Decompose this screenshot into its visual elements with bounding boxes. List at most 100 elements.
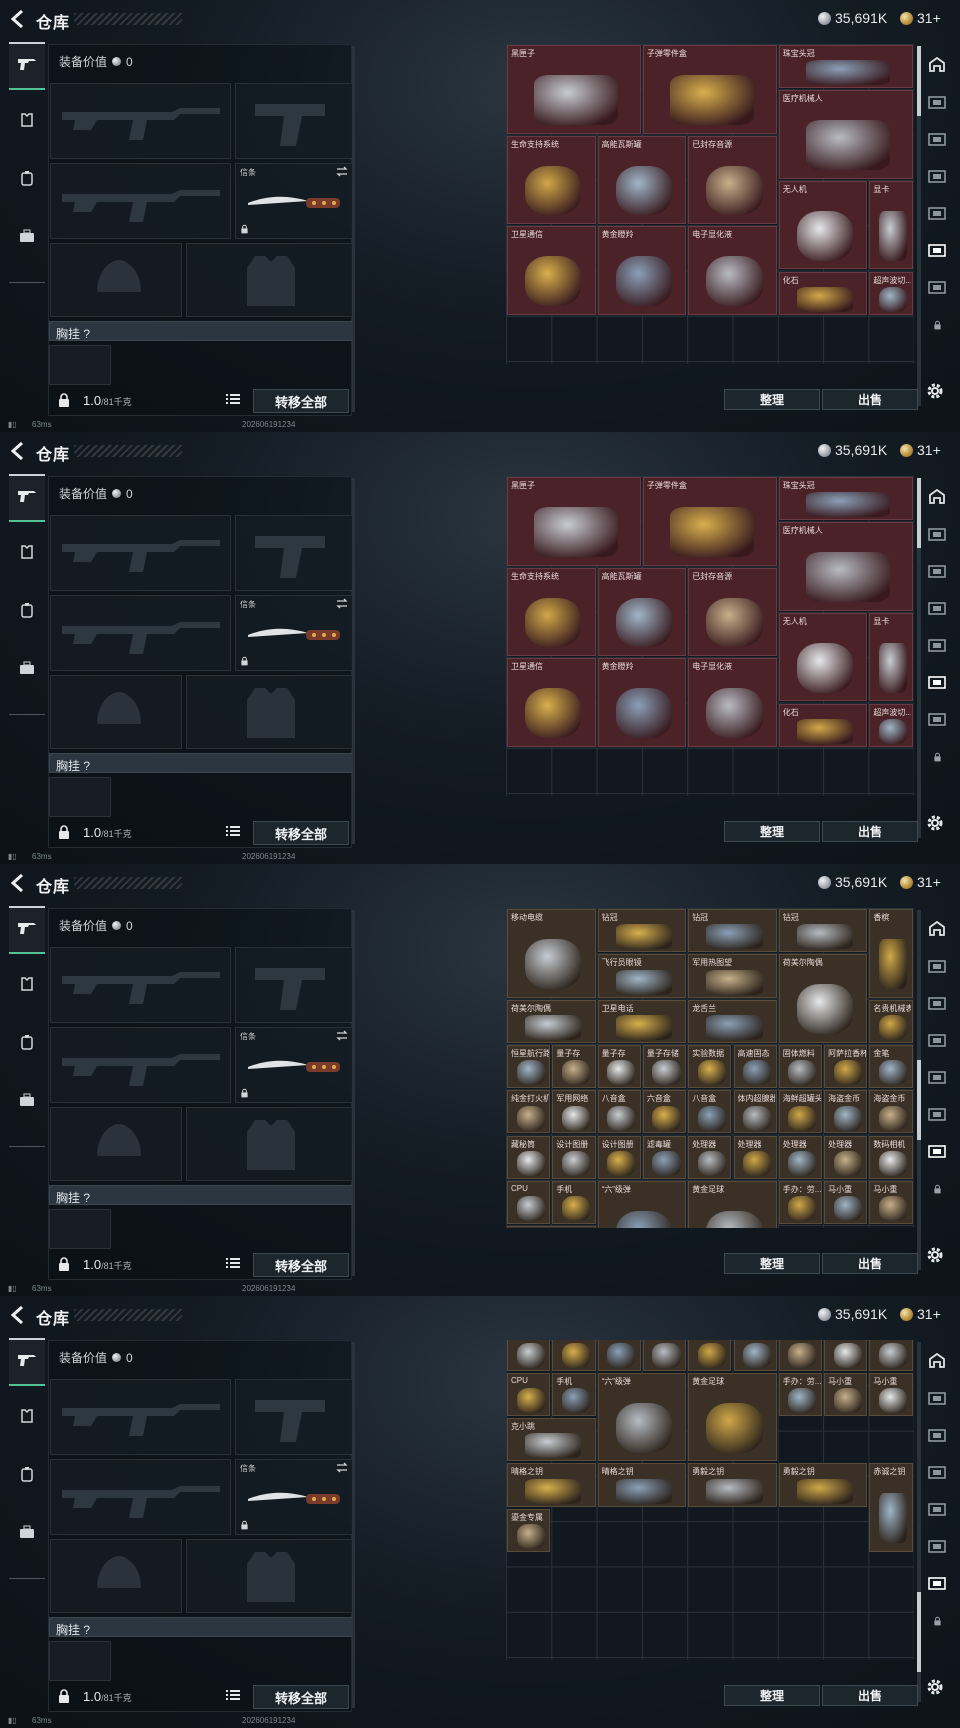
storage-tab-8[interactable] bbox=[922, 311, 952, 341]
storage-item[interactable]: 电子显化液 bbox=[688, 658, 777, 747]
storage-item[interactable]: 处理器 bbox=[733, 1340, 777, 1371]
chest-rig-bar[interactable]: 胸挂 ? bbox=[49, 321, 353, 341]
storage-item[interactable]: 六音盒 bbox=[642, 1090, 687, 1134]
storage-tab-4[interactable] bbox=[922, 1459, 952, 1489]
equipment-scrollbar[interactable] bbox=[352, 910, 355, 1276]
melee-slot[interactable]: 信条 bbox=[235, 595, 353, 671]
pistol-slot[interactable] bbox=[235, 1379, 353, 1455]
list-icon[interactable] bbox=[225, 823, 241, 839]
melee-slot[interactable]: 信条 bbox=[235, 1459, 353, 1535]
storage-item[interactable]: CPU bbox=[507, 1180, 551, 1225]
swap-icon[interactable] bbox=[336, 598, 348, 609]
melee-slot[interactable]: 信条 bbox=[235, 163, 353, 239]
storage-item[interactable]: 马小重 bbox=[824, 1372, 868, 1416]
storage-item[interactable]: 处理器 bbox=[733, 1135, 777, 1179]
sell-button[interactable]: 出售 bbox=[822, 1685, 918, 1706]
storage-tab-6[interactable] bbox=[922, 669, 952, 699]
storage-scroll-thumb[interactable] bbox=[917, 1060, 921, 1140]
storage-item[interactable]: 医疗机械人 bbox=[778, 90, 913, 179]
storage-item[interactable]: 高速固态 bbox=[733, 1044, 777, 1089]
storage-tab-2[interactable] bbox=[922, 521, 952, 551]
gear-icon[interactable] bbox=[924, 1676, 946, 1698]
storage-item[interactable]: 阿萨拉香杯 bbox=[824, 1044, 868, 1089]
storage-scroll-thumb[interactable] bbox=[917, 46, 921, 116]
storage-item[interactable]: 高能瓦斯罐 bbox=[597, 567, 687, 657]
storage-tab-6[interactable] bbox=[922, 237, 952, 267]
list-icon[interactable] bbox=[225, 391, 241, 407]
storage-scrollbar[interactable] bbox=[917, 910, 921, 1270]
sell-button[interactable]: 出售 bbox=[822, 821, 918, 842]
gold-balance[interactable]: 31+ bbox=[900, 874, 941, 890]
storage-tab-7[interactable] bbox=[922, 1570, 952, 1600]
storage-item[interactable]: “六”级弹 bbox=[597, 1180, 687, 1228]
tab-case[interactable] bbox=[9, 1510, 45, 1558]
storage-item[interactable]: 已封存音源 bbox=[688, 135, 777, 225]
storage-item[interactable]: 固体燃料 bbox=[778, 1044, 823, 1089]
helmet-slot[interactable] bbox=[50, 675, 182, 749]
tab-armor[interactable] bbox=[9, 98, 45, 146]
storage-item[interactable]: 滤毒罐 bbox=[642, 1340, 687, 1371]
tab-case[interactable] bbox=[9, 214, 45, 262]
tab-backpack[interactable] bbox=[9, 1452, 45, 1500]
chest-rig-slot[interactable] bbox=[49, 345, 111, 385]
tab-backpack[interactable] bbox=[9, 1020, 45, 1068]
swap-icon[interactable] bbox=[336, 1030, 348, 1041]
primary-weapon-slot[interactable] bbox=[50, 83, 231, 159]
secondary-weapon-slot[interactable] bbox=[50, 1459, 231, 1535]
storage-tab-1[interactable] bbox=[922, 484, 952, 514]
equipment-scrollbar[interactable] bbox=[352, 1342, 355, 1708]
storage-item[interactable]: 超声波切... bbox=[869, 703, 913, 747]
primary-weapon-slot[interactable] bbox=[50, 515, 231, 591]
storage-item[interactable]: 生命支持系统 bbox=[507, 567, 596, 657]
storage-scrollbar[interactable] bbox=[917, 1342, 921, 1702]
pistol-slot[interactable] bbox=[235, 83, 353, 159]
gear-icon[interactable] bbox=[924, 812, 946, 834]
storage-tab-8[interactable] bbox=[922, 1607, 952, 1637]
storage-item[interactable]: 实验数据 bbox=[688, 1044, 732, 1089]
chest-rig-slot[interactable] bbox=[49, 777, 111, 817]
storage-item[interactable]: 超声波切... bbox=[869, 271, 913, 315]
storage-tab-3[interactable] bbox=[922, 990, 952, 1020]
storage-scrollbar[interactable] bbox=[917, 46, 921, 406]
armor-slot[interactable] bbox=[186, 1539, 353, 1613]
armor-slot[interactable] bbox=[186, 1107, 353, 1181]
storage-item[interactable]: 显卡 bbox=[869, 180, 913, 270]
storage-tab-5[interactable] bbox=[922, 200, 952, 230]
back-arrow-icon[interactable] bbox=[8, 9, 30, 29]
storage-tab-4[interactable] bbox=[922, 1027, 952, 1057]
list-icon[interactable] bbox=[225, 1255, 241, 1271]
storage-item[interactable]: 纯金打火机 bbox=[507, 1090, 551, 1134]
storage-item[interactable]: 处理器 bbox=[688, 1135, 732, 1179]
storage-item[interactable]: 赤诚之钥 bbox=[869, 1463, 913, 1552]
storage-scroll-thumb[interactable] bbox=[917, 1592, 921, 1672]
storage-item[interactable]: 生命支持系统 bbox=[507, 135, 596, 225]
storage-tab-1[interactable] bbox=[922, 916, 952, 946]
storage-item[interactable]: 黑匣子 bbox=[507, 477, 641, 566]
storage-item[interactable]: 处理器 bbox=[688, 1340, 732, 1371]
storage-item[interactable]: 量子存 bbox=[597, 1044, 641, 1089]
transfer-all-button[interactable]: 转移全部 bbox=[253, 1685, 349, 1709]
storage-item[interactable]: 手机 bbox=[552, 1180, 596, 1225]
storage-item[interactable]: 数码相机 bbox=[869, 1135, 913, 1179]
tab-weapons[interactable] bbox=[9, 1338, 45, 1386]
gear-icon[interactable] bbox=[924, 380, 946, 402]
storage-tab-8[interactable] bbox=[922, 1175, 952, 1205]
sort-button[interactable]: 整理 bbox=[724, 389, 820, 410]
storage-item[interactable]: 数码相机 bbox=[869, 1340, 913, 1371]
storage-tab-2[interactable] bbox=[922, 953, 952, 983]
storage-item[interactable]: 体内超腺器 bbox=[733, 1090, 777, 1134]
storage-tab-3[interactable] bbox=[922, 558, 952, 588]
gold-balance[interactable]: 31+ bbox=[900, 10, 941, 26]
chest-rig-bar[interactable]: 胸挂 ? bbox=[49, 1617, 353, 1637]
storage-tab-7[interactable] bbox=[922, 1138, 952, 1168]
storage-item[interactable]: 手办：劳... bbox=[778, 1372, 823, 1416]
chest-rig-slot[interactable] bbox=[49, 1209, 111, 1249]
tab-armor[interactable] bbox=[9, 530, 45, 578]
storage-item[interactable]: 量子存 bbox=[552, 1044, 596, 1089]
tab-case[interactable] bbox=[9, 1078, 45, 1126]
storage-item[interactable]: 处理器 bbox=[824, 1340, 868, 1371]
storage-item[interactable]: 八音盒 bbox=[688, 1090, 732, 1134]
storage-item[interactable]: 滤毒罐 bbox=[642, 1135, 687, 1179]
storage-tab-8[interactable] bbox=[922, 743, 952, 773]
storage-item[interactable]: 钻冠 bbox=[778, 909, 868, 953]
